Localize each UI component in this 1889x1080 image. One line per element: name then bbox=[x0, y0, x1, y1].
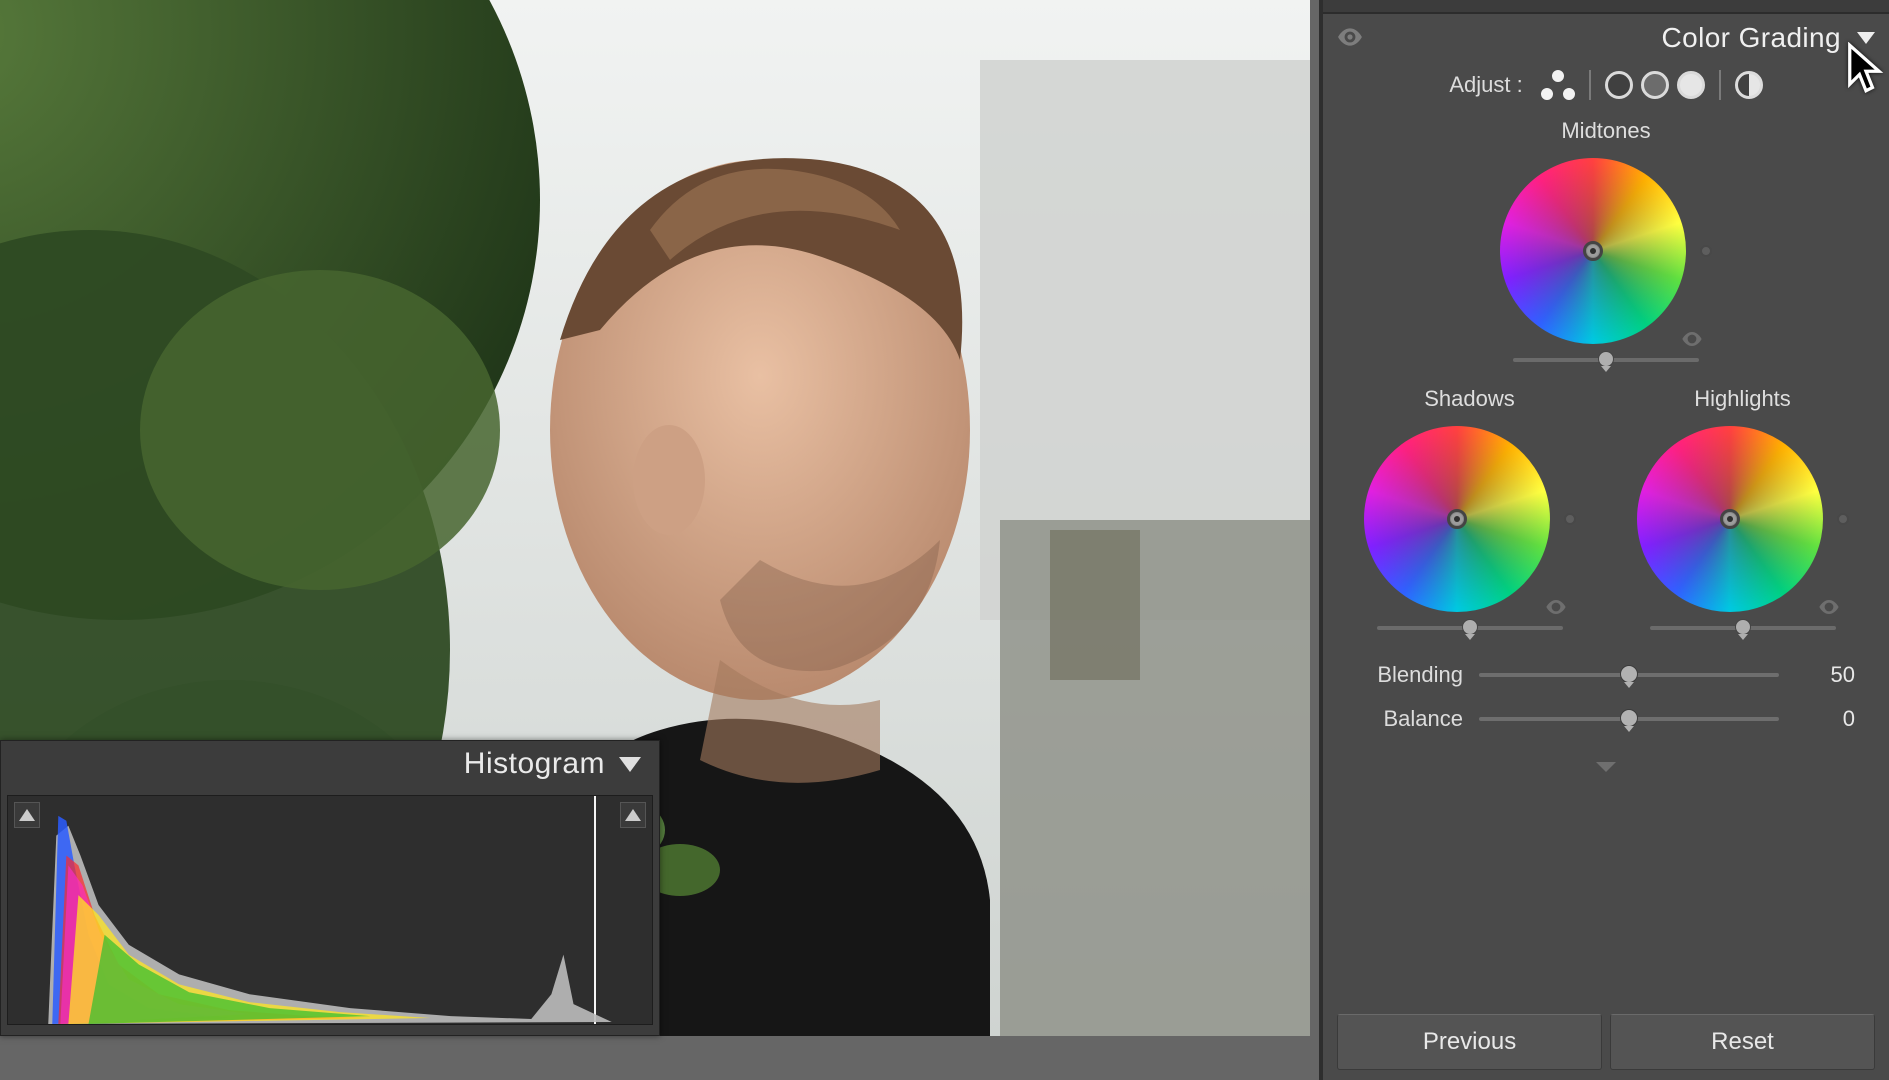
color-grading-header[interactable]: Color Grading bbox=[1323, 14, 1889, 64]
highlights-luminance-slider[interactable] bbox=[1650, 626, 1836, 630]
shadows-wheel-handle[interactable] bbox=[1447, 509, 1467, 529]
highlights-section: Highlights bbox=[1623, 386, 1863, 630]
midtones-luminance-thumb[interactable] bbox=[1598, 351, 1614, 367]
balance-slider-row: Balance 0 bbox=[1357, 706, 1855, 732]
midtones-eye-icon[interactable] bbox=[1681, 332, 1703, 351]
adjust-highlights-icon[interactable] bbox=[1677, 71, 1705, 99]
shadows-saturation-handle[interactable] bbox=[1564, 513, 1576, 525]
blending-slider-row: Blending 50 bbox=[1357, 662, 1855, 688]
shadows-eye-icon[interactable] bbox=[1545, 600, 1567, 619]
panel-title: Color Grading bbox=[1373, 22, 1841, 54]
panel-expand-caret[interactable] bbox=[1323, 758, 1889, 782]
previous-button[interactable]: Previous bbox=[1337, 1014, 1602, 1070]
adjust-separator bbox=[1589, 70, 1591, 100]
balance-value[interactable]: 0 bbox=[1795, 706, 1855, 732]
midtones-label: Midtones bbox=[1561, 118, 1650, 144]
app-root: Histogram bbox=[0, 0, 1889, 1080]
shadows-luminance-slider[interactable] bbox=[1377, 626, 1563, 630]
highlights-color-wheel[interactable] bbox=[1637, 426, 1823, 612]
image-preview-area: Histogram bbox=[0, 0, 1319, 1080]
highlights-wheel-handle[interactable] bbox=[1720, 509, 1740, 529]
blend-balance-block: Blending 50 Balance 0 bbox=[1323, 638, 1889, 758]
histogram-chart[interactable] bbox=[7, 795, 653, 1025]
adjust-midtones-icon[interactable] bbox=[1641, 71, 1669, 99]
previous-button-label: Previous bbox=[1423, 1028, 1516, 1056]
blending-slider[interactable] bbox=[1479, 673, 1779, 677]
midtones-section: Midtones bbox=[1323, 118, 1889, 362]
adjust-separator bbox=[1719, 70, 1721, 100]
shadows-luminance-thumb[interactable] bbox=[1462, 619, 1478, 635]
reset-button-label: Reset bbox=[1711, 1028, 1774, 1056]
balance-thumb[interactable] bbox=[1620, 709, 1638, 727]
balance-slider[interactable] bbox=[1479, 717, 1779, 721]
right-panel: Color Grading Adjust : Midtones bbox=[1319, 0, 1889, 1080]
adjust-global-icon[interactable] bbox=[1735, 71, 1763, 99]
shadows-highlights-row: Shadows Highlights bbox=[1323, 376, 1889, 638]
adjust-shadows-icon[interactable] bbox=[1605, 71, 1633, 99]
highlights-label: Highlights bbox=[1694, 386, 1791, 412]
adjust-mode-row: Adjust : bbox=[1323, 64, 1889, 118]
shadows-label: Shadows bbox=[1424, 386, 1515, 412]
histogram-disclosure-icon[interactable] bbox=[619, 757, 641, 772]
adjust-three-way-icon[interactable] bbox=[1541, 70, 1575, 100]
shadows-color-wheel[interactable] bbox=[1364, 426, 1550, 612]
histogram-panel: Histogram bbox=[0, 740, 660, 1036]
midtones-color-wheel[interactable] bbox=[1500, 158, 1686, 344]
midtones-luminance-slider[interactable] bbox=[1513, 358, 1699, 362]
midtones-wheel-handle[interactable] bbox=[1583, 241, 1603, 261]
panel-footer: Previous Reset bbox=[1323, 1014, 1889, 1070]
histogram-title: Histogram bbox=[464, 747, 605, 781]
shadows-section: Shadows bbox=[1350, 386, 1590, 630]
panel-visibility-toggle-icon[interactable] bbox=[1337, 28, 1363, 48]
adjust-label: Adjust : bbox=[1449, 72, 1522, 98]
panel-topbar bbox=[1323, 0, 1889, 14]
midtones-saturation-handle[interactable] bbox=[1700, 245, 1712, 257]
highlights-eye-icon[interactable] bbox=[1818, 600, 1840, 619]
blending-thumb[interactable] bbox=[1620, 665, 1638, 683]
balance-label: Balance bbox=[1357, 706, 1463, 732]
histogram-header[interactable]: Histogram bbox=[1, 741, 659, 787]
highlights-saturation-handle[interactable] bbox=[1837, 513, 1849, 525]
blending-label: Blending bbox=[1357, 662, 1463, 688]
adjust-mode-icons bbox=[1541, 70, 1763, 100]
blending-value[interactable]: 50 bbox=[1795, 662, 1855, 688]
highlights-luminance-thumb[interactable] bbox=[1735, 619, 1751, 635]
panel-disclosure-icon[interactable] bbox=[1857, 32, 1875, 44]
reset-button[interactable]: Reset bbox=[1610, 1014, 1875, 1070]
